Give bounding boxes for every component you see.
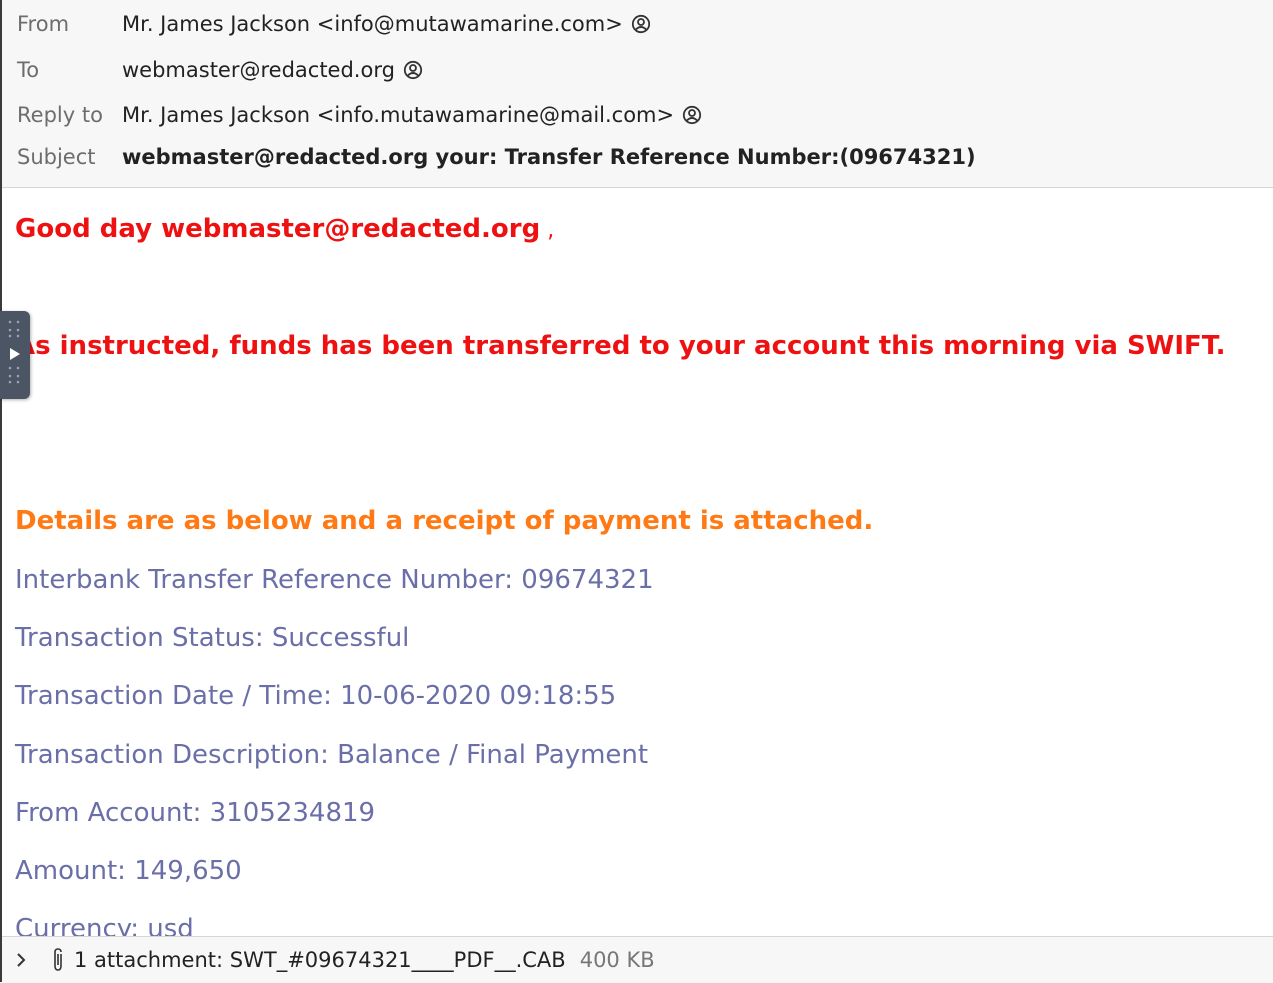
from-label: From: [17, 12, 70, 36]
replyto-address[interactable]: Mr. James Jackson <info.mutawamarine@mai…: [122, 103, 674, 127]
contact-icon[interactable]: [403, 60, 423, 80]
message-header: From Mr. James Jackson <info@mutawamarin…: [2, 0, 1273, 188]
to-label: To: [17, 58, 40, 82]
grip-dots-icon: [8, 380, 20, 384]
greeting-comma: ,: [540, 218, 555, 243]
from-row: From Mr. James Jackson <info@mutawamarin…: [17, 9, 651, 39]
info-line-from-account: From Account: 3105234819: [15, 798, 376, 828]
info-line-description: Transaction Description: Balance / Final…: [15, 740, 649, 770]
info-line-reference: Interbank Transfer Reference Number: 096…: [15, 565, 654, 595]
grip-dots-icon: [8, 320, 20, 332]
subject-label: Subject: [17, 145, 96, 169]
to-address[interactable]: webmaster@redacted.org: [122, 58, 395, 82]
info-line-status: Transaction Status: Successful: [15, 623, 410, 653]
grip-dots-icon: [8, 366, 20, 378]
greeting: Good day webmaster@redacted.org ,: [15, 214, 554, 244]
info-line-date: Transaction Date / Time: 10-06-2020 09:1…: [15, 681, 617, 711]
from-address[interactable]: Mr. James Jackson <info@mutawamarine.com…: [122, 12, 623, 36]
attachment-size: 400 KB: [579, 948, 655, 972]
contact-icon[interactable]: [682, 105, 702, 125]
attachment-summary[interactable]: 1 attachment: SWT_#09674321____PDF__.CAB: [74, 948, 566, 972]
play-icon[interactable]: [9, 347, 21, 361]
details-intro: Details are as below and a receipt of pa…: [15, 506, 874, 536]
to-row: To webmaster@redacted.org: [17, 55, 423, 85]
from-value[interactable]: Mr. James Jackson <info@mutawamarine.com…: [122, 12, 651, 36]
subject-value: webmaster@redacted.org your: Transfer Re…: [122, 145, 976, 169]
message-body: Good day webmaster@redacted.org , As ins…: [2, 188, 1273, 936]
attachment-bar[interactable]: 1 attachment: SWT_#09674321____PDF__.CAB…: [2, 936, 1273, 983]
replyto-row: Reply to Mr. James Jackson <info.mutawam…: [17, 100, 702, 130]
contact-icon[interactable]: [631, 14, 651, 34]
side-panel-handle[interactable]: [0, 311, 30, 399]
greeting-text: Good day webmaster@redacted.org: [15, 214, 541, 244]
chevron-right-icon[interactable]: [14, 950, 28, 970]
replyto-label: Reply to: [17, 103, 103, 127]
info-line-amount: Amount: 149,650: [15, 856, 242, 886]
paperclip-icon: [54, 948, 62, 971]
grip-dots-icon: [8, 334, 20, 338]
subject-row: Subject webmaster@redacted.org your: Tra…: [17, 142, 976, 172]
info-line-currency: Currency: usd: [15, 914, 194, 936]
to-value[interactable]: webmaster@redacted.org: [122, 58, 423, 82]
replyto-value[interactable]: Mr. James Jackson <info.mutawamarine@mai…: [122, 103, 702, 127]
instruction-text: As instructed, funds has been transferre…: [15, 331, 1226, 361]
